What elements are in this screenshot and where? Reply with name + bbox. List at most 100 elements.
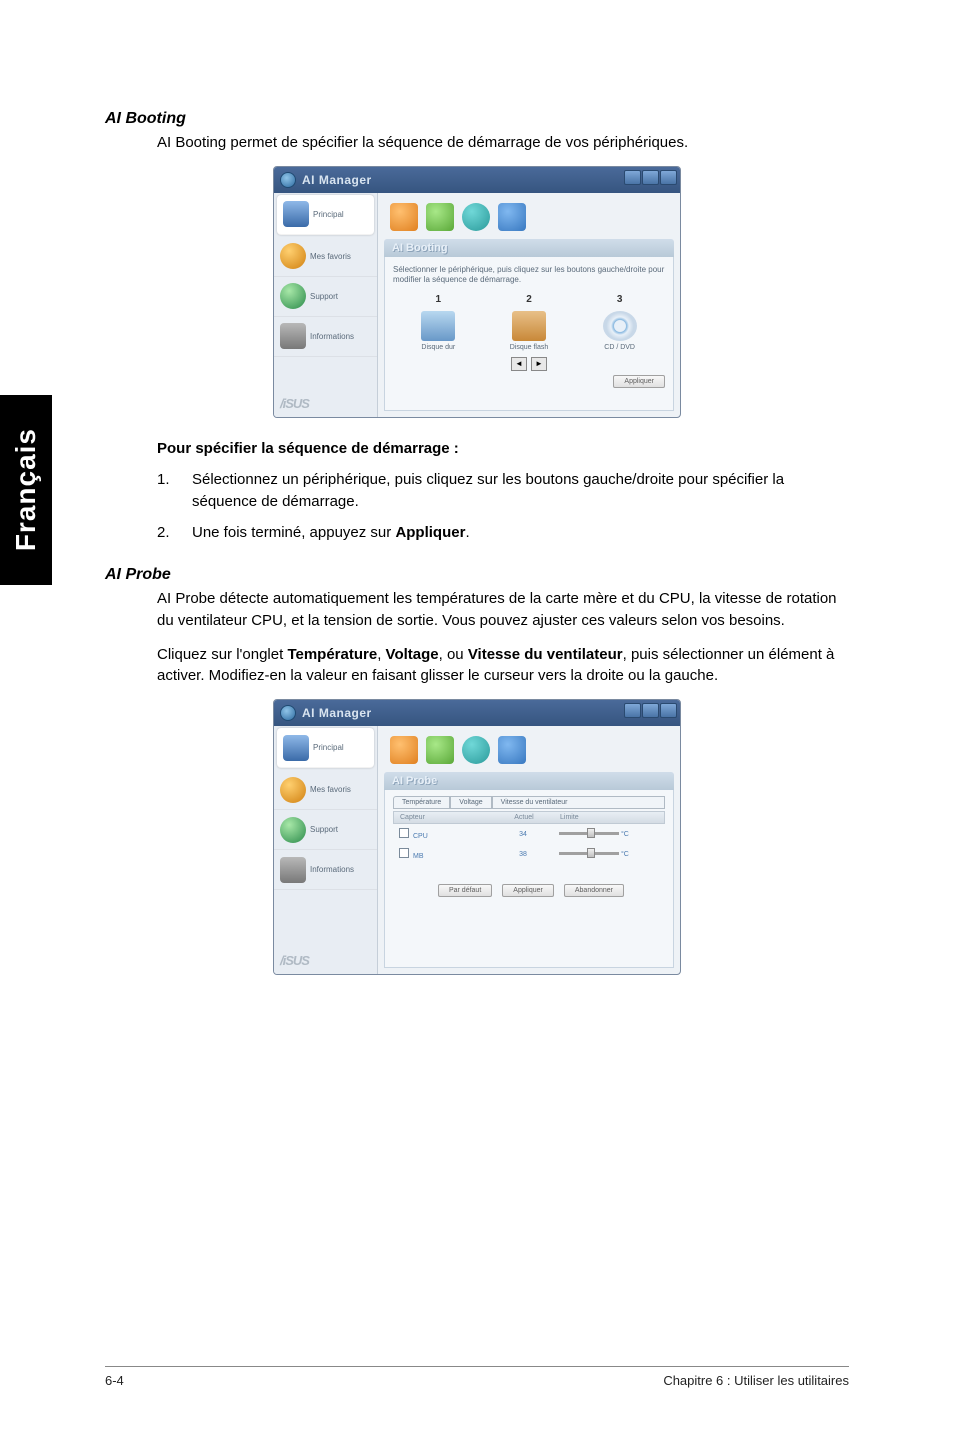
probe-table: Capteur Actuel Limite CPU 34 °C xyxy=(393,811,665,864)
boot-col-1[interactable]: 1 Disque dur xyxy=(403,294,473,351)
sidebar-item-favoris[interactable]: Mes favoris xyxy=(274,237,377,277)
arrow-left-button[interactable]: ◄ xyxy=(511,357,527,371)
toolbar-icon-1[interactable] xyxy=(390,203,418,231)
ai-probe-para1: AI Probe détecte automatiquement les tem… xyxy=(157,588,849,632)
window-controls-probe xyxy=(624,703,677,718)
row2-unit: °C xyxy=(621,851,629,858)
step-2-bold: Appliquer xyxy=(395,524,465,541)
titlebar: AI Manager xyxy=(274,167,680,193)
checkbox-cpu[interactable] xyxy=(399,828,409,838)
arrow-right-button[interactable]: ► xyxy=(531,357,547,371)
toolbar-icon-3-probe[interactable] xyxy=(462,736,490,764)
sidebar-item-support-probe[interactable]: Support xyxy=(274,810,377,850)
boot-label-3: CD / DVD xyxy=(585,344,655,351)
p2-b2: Voltage xyxy=(386,646,439,663)
row1-val: 34 xyxy=(493,829,553,840)
toolbar-icon-2[interactable] xyxy=(426,203,454,231)
apply-button-probe[interactable]: Appliquer xyxy=(502,884,554,897)
page-footer: 6-4 Chapitre 6 : Utiliser les utilitaire… xyxy=(105,1366,849,1388)
window-controls xyxy=(624,170,677,185)
section-ai-probe: AI Probe AI Probe détecte automatiquemen… xyxy=(105,566,849,975)
apply-button[interactable]: Appliquer xyxy=(613,375,665,388)
chapter-title: Chapitre 6 : Utiliser les utilitaires xyxy=(663,1373,849,1388)
flash-icon xyxy=(512,311,546,341)
toolbar-icon-4[interactable] xyxy=(498,203,526,231)
boot-num-2: 2 xyxy=(494,294,564,305)
probe-row-cpu: CPU 34 °C xyxy=(393,824,665,844)
maximize-button-probe[interactable] xyxy=(642,703,659,718)
toolbar-probe xyxy=(384,732,674,772)
p2-b3: Vitesse du ventilateur xyxy=(468,646,623,663)
step-1: 1. Sélectionnez un périphérique, puis cl… xyxy=(157,469,849,513)
boot-col-2[interactable]: 2 Disque flash xyxy=(494,294,564,351)
close-button[interactable] xyxy=(660,170,677,185)
sidebar-item-principal[interactable]: Principal xyxy=(277,195,374,235)
app-icon-probe xyxy=(280,705,296,721)
ai-probe-screenshot: AI Manager Principal xyxy=(105,699,849,975)
page-content: AI Booting AI Booting permet de spécifie… xyxy=(0,0,954,1438)
instructions-list: 1. Sélectionnez un périphérique, puis cl… xyxy=(157,469,849,544)
slider-thumb-mb[interactable] xyxy=(587,848,595,858)
titlebar-text-probe: AI Manager xyxy=(302,706,372,720)
slider-thumb-cpu[interactable] xyxy=(587,828,595,838)
titlebar-probe: AI Manager xyxy=(274,700,680,726)
sidebar-probe: Principal Mes favoris Support Infor xyxy=(274,726,378,974)
sidebar-label-informations: Informations xyxy=(310,332,354,341)
panel-body-probe: Température Voltage Vitesse du ventilate… xyxy=(384,790,674,968)
panel-header-probe: AI Probe xyxy=(384,772,674,790)
toolbar-icon-1-probe[interactable] xyxy=(390,736,418,764)
tab-temperature[interactable]: Température xyxy=(393,796,450,809)
toolbar-icon-3[interactable] xyxy=(462,203,490,231)
step-1-num: 1. xyxy=(157,469,192,513)
ai-booting-intro: AI Booting permet de spécifier la séquen… xyxy=(157,132,849,154)
sidebar-label-favoris-probe: Mes favoris xyxy=(310,785,351,794)
cancel-button[interactable]: Abandonner xyxy=(564,884,624,897)
default-button[interactable]: Par défaut xyxy=(438,884,492,897)
boot-grid: 1 Disque dur 2 Disque flash xyxy=(393,292,665,351)
tab-voltage[interactable]: Voltage xyxy=(450,796,491,809)
row1-slider-cell: °C xyxy=(553,829,665,840)
tabs-row: Température Voltage Vitesse du ventilate… xyxy=(393,796,665,809)
support-icon xyxy=(280,283,306,309)
col-sensor: Capteur xyxy=(394,812,494,823)
boot-num-3: 3 xyxy=(585,294,655,305)
toolbar-icon-4-probe[interactable] xyxy=(498,736,526,764)
col-actual: Actuel xyxy=(494,812,554,823)
minimize-button-probe[interactable] xyxy=(624,703,641,718)
boot-num-1: 1 xyxy=(403,294,473,305)
row1-name-cell: CPU xyxy=(393,826,493,842)
boot-col-3[interactable]: 3 CD / DVD xyxy=(585,294,655,351)
step-2-num: 2. xyxy=(157,522,192,544)
sidebar-item-informations[interactable]: Informations xyxy=(274,317,377,357)
row2-val: 38 xyxy=(493,849,553,860)
apply-row: Appliquer xyxy=(393,375,665,388)
titlebar-text: AI Manager xyxy=(302,173,372,187)
sidebar-item-principal-probe[interactable]: Principal xyxy=(277,728,374,768)
panel-body-booting: Sélectionner le périphérique, puis cliqu… xyxy=(384,257,674,411)
favoris-icon-probe xyxy=(280,777,306,803)
tab-fan[interactable]: Vitesse du ventilateur xyxy=(492,796,665,809)
step-2-text: Une fois terminé, appuyez sur Appliquer. xyxy=(192,522,470,544)
p2-m1: , xyxy=(377,646,385,663)
toolbar-icon-2-probe[interactable] xyxy=(426,736,454,764)
slider-mb[interactable] xyxy=(559,852,619,855)
step-2-post: . xyxy=(465,524,469,541)
maximize-button[interactable] xyxy=(642,170,659,185)
row1-unit: °C xyxy=(621,831,629,838)
ai-manager-window-probe: AI Manager Principal xyxy=(273,699,681,975)
checkbox-mb[interactable] xyxy=(399,848,409,858)
sidebar-item-informations-probe[interactable]: Informations xyxy=(274,850,377,890)
sidebar-logo: /iSUS xyxy=(274,388,377,417)
ai-booting-screenshot: AI Manager Principal xyxy=(105,166,849,418)
slider-cpu[interactable] xyxy=(559,832,619,835)
instructions-heading: Pour spécifier la séquence de démarrage … xyxy=(157,440,849,457)
informations-icon xyxy=(280,323,306,349)
boot-label-2: Disque flash xyxy=(494,344,564,351)
favoris-icon xyxy=(280,243,306,269)
probe-buttons: Par défaut Appliquer Abandonner xyxy=(393,884,665,897)
sidebar-item-support[interactable]: Support xyxy=(274,277,377,317)
close-button-probe[interactable] xyxy=(660,703,677,718)
ai-manager-window: AI Manager Principal xyxy=(273,166,681,418)
minimize-button[interactable] xyxy=(624,170,641,185)
sidebar-item-favoris-probe[interactable]: Mes favoris xyxy=(274,770,377,810)
